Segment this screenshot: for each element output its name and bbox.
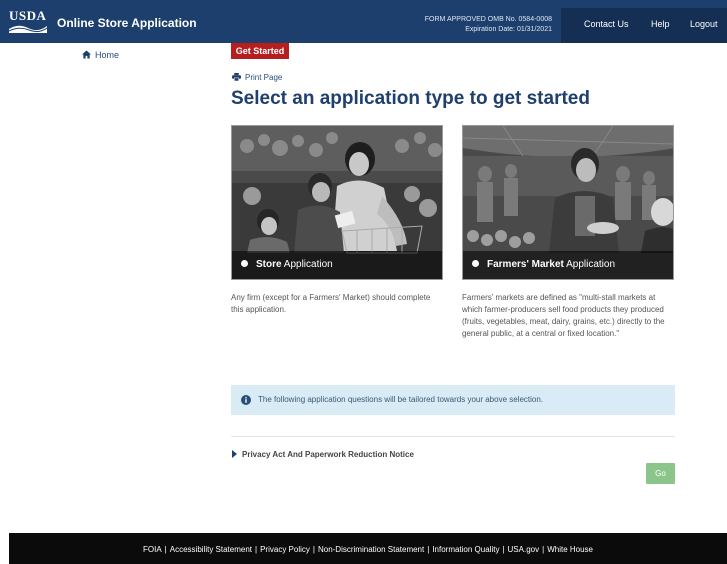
form-approval-info: FORM APPROVED OMB No. 0584-0008 Expirati… bbox=[380, 15, 552, 35]
radio-dot-icon bbox=[241, 260, 248, 267]
divider bbox=[231, 436, 675, 437]
caret-right-icon bbox=[232, 450, 237, 458]
sidebar-item-home[interactable]: Home bbox=[82, 50, 119, 60]
footer-separator: | bbox=[427, 545, 430, 554]
app-title: Online Store Application bbox=[57, 16, 197, 30]
site-header: USDA Online Store Application FORM APPRO… bbox=[0, 0, 727, 43]
nav-contact-us[interactable]: Contact Us bbox=[584, 19, 629, 29]
site-footer: FOIA | Accessibility Statement | Privacy Pol… bbox=[9, 533, 727, 564]
info-alert: The following application questions will… bbox=[231, 385, 675, 415]
home-icon bbox=[82, 50, 91, 59]
page-title: Select an application type to get starte… bbox=[231, 88, 590, 109]
info-alert-text: The following application questions will… bbox=[258, 395, 544, 404]
footer-separator: | bbox=[255, 545, 258, 554]
footer-link-non-discrimination[interactable]: Non-Discrimination Statement bbox=[318, 545, 424, 554]
printer-icon bbox=[232, 73, 241, 82]
store-label-rest: Application bbox=[281, 259, 333, 270]
logo-text: USDA bbox=[9, 8, 47, 23]
footer-separator: | bbox=[502, 545, 505, 554]
privacy-notice-toggle[interactable]: Privacy Act And Paperwork Reduction Noti… bbox=[232, 450, 414, 459]
footer-links: FOIA | Accessibility Statement | Privacy Pol… bbox=[9, 545, 727, 554]
market-card-label: Farmers' Market Application bbox=[463, 251, 673, 279]
market-label-bold: Farmers' Market bbox=[487, 259, 564, 270]
store-card-label: Store Application bbox=[232, 251, 442, 279]
farmers-market-application-card[interactable]: Farmers' Market Application bbox=[462, 125, 674, 280]
nav-help[interactable]: Help bbox=[651, 19, 670, 29]
privacy-notice-label: Privacy Act And Paperwork Reduction Noti… bbox=[242, 450, 414, 459]
logo-wave-icon bbox=[9, 25, 47, 33]
footer-separator: | bbox=[542, 545, 545, 554]
go-button[interactable]: Go bbox=[646, 463, 675, 484]
store-label-bold: Store bbox=[256, 259, 282, 270]
footer-link-privacy-policy[interactable]: Privacy Policy bbox=[260, 545, 310, 554]
farmers-market-description: Farmers' markets are defined as "multi-s… bbox=[462, 293, 665, 338]
print-page-label: Print Page bbox=[245, 73, 283, 82]
footer-link-accessibility[interactable]: Accessibility Statement bbox=[170, 545, 252, 554]
expiration-date: Expiration Date: 01/31/2021 bbox=[465, 26, 552, 33]
store-description: Any firm (except for a Farmers' Market) … bbox=[231, 293, 431, 314]
tab-get-started[interactable]: Get Started bbox=[231, 43, 289, 59]
footer-link-usa-gov[interactable]: USA.gov bbox=[508, 545, 540, 554]
print-page-link[interactable]: Print Page bbox=[232, 73, 282, 82]
footer-link-white-house[interactable]: White House bbox=[547, 545, 593, 554]
info-icon bbox=[241, 395, 251, 405]
footer-separator: | bbox=[164, 545, 167, 554]
footer-link-foia[interactable]: FOIA bbox=[143, 545, 162, 554]
radio-dot-icon bbox=[472, 260, 479, 267]
usda-logo[interactable]: USDA bbox=[9, 8, 47, 34]
footer-link-information-quality[interactable]: Information Quality bbox=[432, 545, 499, 554]
footer-separator: | bbox=[312, 545, 315, 554]
market-label-rest: Application bbox=[563, 259, 616, 270]
omb-number: FORM APPROVED OMB No. 0584-0008 bbox=[424, 16, 552, 23]
store-application-card[interactable]: Store Application bbox=[231, 125, 443, 280]
nav-logout[interactable]: Logout bbox=[690, 19, 718, 29]
home-label: Home bbox=[95, 50, 120, 60]
